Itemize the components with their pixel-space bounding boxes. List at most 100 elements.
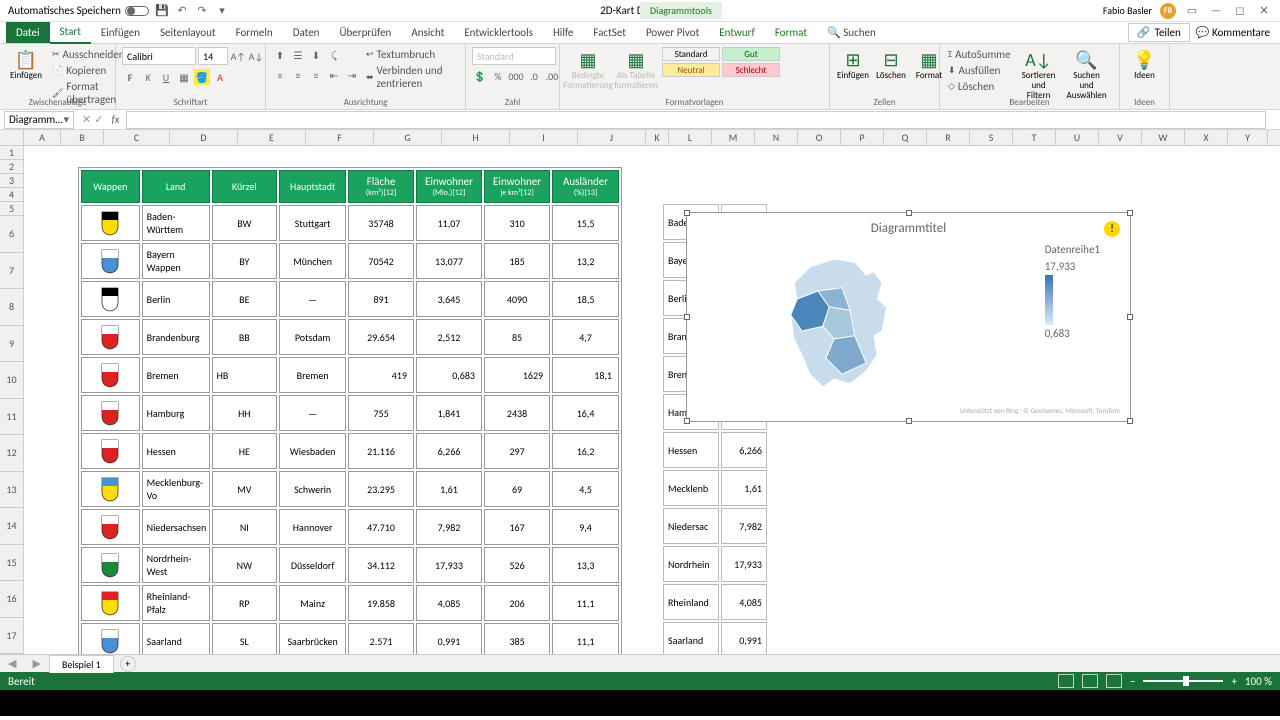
table-row[interactable]: Hessen6,266 [663, 432, 767, 468]
font-name-select[interactable] [122, 47, 196, 65]
table-row[interactable]: BremenHBBremen4190,683162918,1 [81, 357, 619, 393]
table-row[interactable]: SaarlandSLSaarbrücken2.5710,99138511,1 [81, 623, 619, 654]
maximize-icon[interactable]: ◻ [1232, 3, 1248, 19]
worksheet-grid[interactable]: 1234567891011121314151617 Wappen Land Kü… [0, 146, 1280, 654]
column-header[interactable]: H [442, 130, 510, 145]
chart-warning-icon[interactable]: ! [1104, 221, 1120, 237]
column-header[interactable]: M [712, 130, 755, 145]
zoom-out-icon[interactable]: − [1130, 675, 1135, 688]
row-header[interactable]: 12 [0, 435, 24, 472]
column-header[interactable]: P [841, 130, 884, 145]
column-header[interactable]: W [1142, 130, 1185, 145]
view-pagebreak-icon[interactable] [1106, 674, 1122, 688]
find-select-button[interactable]: 🔍Suchen und Auswählen [1065, 47, 1109, 103]
align-middle-icon[interactable]: ☰ [290, 47, 306, 63]
style-gut[interactable]: Gut [722, 47, 780, 61]
minimize-icon[interactable]: — [1208, 3, 1224, 19]
fx-icon[interactable]: fx [111, 113, 119, 126]
add-sheet-button[interactable]: + [120, 656, 136, 672]
table-row[interactable]: Rheinland4,085 [663, 584, 767, 620]
column-header[interactable]: F [306, 130, 374, 145]
row-header[interactable]: 11 [0, 399, 24, 436]
tab-einfuegen[interactable]: Einfügen [91, 22, 150, 43]
tab-formeln[interactable]: Formeln [226, 22, 283, 43]
qat-dropdown-icon[interactable]: ▾ [215, 4, 229, 18]
formula-bar[interactable] [126, 111, 1266, 129]
column-header[interactable]: C [104, 130, 170, 145]
row-header[interactable]: 10 [0, 362, 24, 399]
sort-filter-button[interactable]: A↓Sortieren und Filtern [1017, 47, 1061, 103]
column-header[interactable]: B [61, 130, 104, 145]
align-center-icon[interactable]: ≡ [290, 67, 306, 83]
style-standard[interactable]: Standard [662, 47, 720, 61]
row-header[interactable]: 15 [0, 545, 24, 582]
column-header[interactable]: U [1056, 130, 1099, 145]
tab-factset[interactable]: FactSet [583, 22, 636, 43]
zoom-slider[interactable] [1143, 680, 1223, 682]
orientation-icon[interactable]: ⤹ [326, 47, 342, 63]
bold-button[interactable]: F [122, 69, 138, 85]
tab-entwurf[interactable]: Entwurf [709, 22, 765, 43]
tab-start[interactable]: Start [50, 21, 91, 44]
column-header[interactable]: N [755, 130, 798, 145]
row-header[interactable]: 4 [0, 188, 24, 202]
name-box[interactable]: Diagramm…▾ [4, 111, 74, 129]
style-schlecht[interactable]: Schlecht [722, 63, 780, 77]
ribbon-options-icon[interactable]: ▭ [1184, 3, 1200, 19]
ideas-button[interactable]: 💡Ideen [1126, 47, 1163, 83]
tab-powerpivot[interactable]: Power Pivot [636, 22, 709, 43]
row-header[interactable]: 3 [0, 174, 24, 188]
map-chart[interactable]: Diagrammtitel ! Datenreihe1 17,933 0,683… [686, 212, 1131, 422]
autosum-button[interactable]: Σ AutoSumme [946, 47, 1013, 62]
save-icon[interactable]: 💾 [155, 4, 169, 18]
style-neutral[interactable]: Neutral [662, 63, 720, 77]
table-row[interactable]: HamburgHH—7551,841243816,4 [81, 395, 619, 431]
column-header[interactable]: K [646, 130, 669, 145]
column-header[interactable]: R [927, 130, 970, 145]
underline-button[interactable]: U [158, 69, 174, 85]
user-name[interactable]: Fabio Basler [1103, 4, 1152, 17]
row-header[interactable]: 5 [0, 202, 24, 216]
indent-inc-icon[interactable]: ⇥ [344, 67, 360, 83]
table-row[interactable]: Niedersac7,982 [663, 508, 767, 544]
fill-color-button[interactable]: 🪣 [194, 69, 210, 85]
row-header[interactable]: 7 [0, 253, 24, 290]
view-normal-icon[interactable] [1058, 674, 1074, 688]
font-size-select[interactable] [198, 47, 228, 65]
undo-icon[interactable]: ↶ [175, 4, 189, 18]
zoom-in-icon[interactable]: + [1231, 675, 1236, 688]
clear-button[interactable]: ◇ Löschen [946, 79, 1013, 94]
tab-seitenlayout[interactable]: Seitenlayout [150, 22, 226, 43]
column-header[interactable]: T [1013, 130, 1056, 145]
table-row[interactable]: BrandenburgBBPotsdam29.6542,512854,7 [81, 319, 619, 355]
row-header[interactable]: 1 [0, 146, 24, 160]
column-header[interactable]: X [1185, 130, 1228, 145]
redo-icon[interactable]: ↷ [195, 4, 209, 18]
column-header[interactable]: D [170, 130, 238, 145]
column-header[interactable]: J [578, 130, 646, 145]
decrease-font-icon[interactable]: A↓ [248, 48, 264, 64]
tab-file[interactable]: Datei [6, 22, 50, 43]
table-row[interactable]: Mecklenburg-VoMVSchwerin23.2951,61694,5 [81, 471, 619, 507]
paste-button[interactable]: 📋Einfügen [6, 47, 46, 83]
table-row[interactable]: NiedersachsenNIHannover47.7107,9821679,4 [81, 509, 619, 545]
close-icon[interactable]: ✕ [1256, 3, 1272, 19]
comments-button[interactable]: 💬 Kommentare [1196, 26, 1270, 39]
font-color-button[interactable]: A [212, 69, 228, 85]
row-header[interactable]: 14 [0, 508, 24, 545]
column-header[interactable]: L [669, 130, 712, 145]
row-header[interactable]: 16 [0, 581, 24, 618]
column-header[interactable]: S [970, 130, 1013, 145]
border-button[interactable]: ▦ [176, 69, 192, 85]
tab-entwicklertools[interactable]: Entwicklertools [454, 22, 543, 43]
view-layout-icon[interactable] [1082, 674, 1098, 688]
autosave-toggle[interactable] [125, 6, 149, 16]
tab-ansicht[interactable]: Ansicht [401, 22, 454, 43]
tab-hilfe[interactable]: Hilfe [543, 22, 583, 43]
tab-ueberpruefen[interactable]: Überprüfen [329, 22, 401, 43]
align-bottom-icon[interactable]: ⬇ [308, 47, 324, 63]
column-header[interactable]: V [1099, 130, 1142, 145]
column-header[interactable]: I [510, 130, 578, 145]
column-header[interactable]: A [24, 130, 61, 145]
table-row[interactable]: Nordrhein17,933 [663, 546, 767, 582]
